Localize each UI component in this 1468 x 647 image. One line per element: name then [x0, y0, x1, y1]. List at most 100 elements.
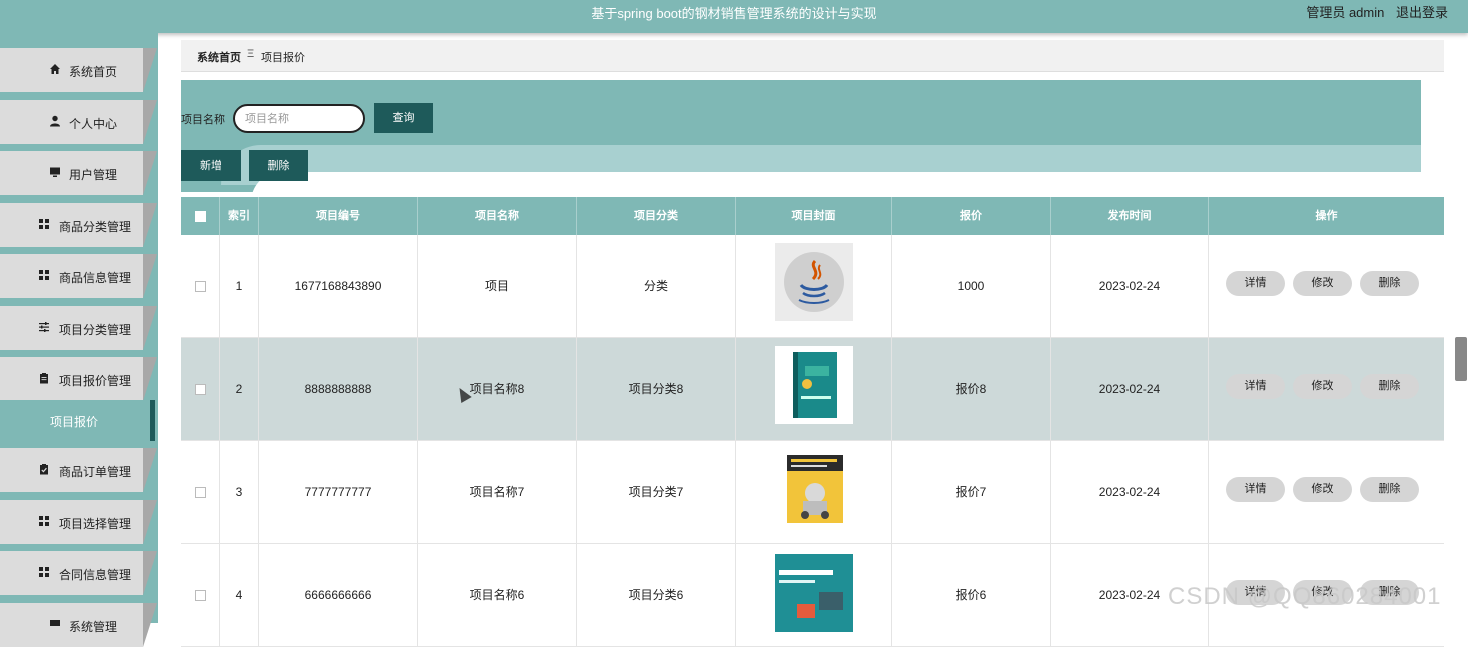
batch-delete-button[interactable]: 删除	[249, 150, 308, 181]
name-cell: 项目名称6	[418, 544, 577, 647]
grid-icon	[37, 218, 51, 232]
date-cell: 2023-02-24	[1051, 235, 1209, 338]
search-panel	[181, 80, 1421, 192]
actions-cell: 详情 修改 删除	[1209, 235, 1444, 338]
sliders-icon	[37, 321, 51, 335]
detail-button[interactable]: 详情	[1226, 374, 1285, 399]
sidebar-item-label: 项目报价管理	[59, 374, 132, 388]
breadcrumb-home[interactable]: 系统首页	[197, 49, 241, 65]
detail-button[interactable]: 详情	[1226, 271, 1285, 296]
sidebar-item-product-category[interactable]: 商品分类管理	[0, 203, 158, 247]
sidebar-item-project-quote[interactable]: 项目报价管理	[0, 357, 158, 401]
column-header: 项目分类	[577, 197, 736, 235]
date-cell: 2023-02-24	[1051, 441, 1209, 544]
index-cell: 2	[220, 338, 259, 441]
sidebar-subitem-project-quote[interactable]: 项目报价	[0, 400, 155, 441]
sidebar-item-product-order[interactable]: 商品订单管理	[0, 448, 158, 492]
cover-cell	[736, 544, 892, 647]
top-bar: 基于spring boot的钢材销售管理系统的设计与实现 管理员 admin 退…	[0, 0, 1468, 33]
actions-cell: 详情 修改 删除	[1209, 441, 1444, 544]
java-logo-image	[775, 243, 853, 321]
delete-button[interactable]: 删除	[1360, 271, 1419, 296]
add-button[interactable]: 新增	[181, 150, 241, 181]
table-row: 2 8888888888 项目名称8 项目分类8 报价8 2023-02-24 …	[181, 338, 1444, 441]
gear-icon	[48, 618, 62, 632]
sidebar: 系统首页 个人中心 用户管理 商品分类管理 商品信息管理 项目分类管理 项目报价…	[0, 33, 158, 647]
price-cell: 报价8	[892, 338, 1051, 441]
edit-button[interactable]: 修改	[1293, 271, 1352, 296]
column-header: 索引	[220, 197, 259, 235]
sidebar-item-label: 个人中心	[69, 117, 118, 131]
index-cell: 1	[220, 235, 259, 338]
category-cell: 分类	[577, 235, 736, 338]
column-header: 报价	[892, 197, 1051, 235]
row-select-cell	[181, 338, 220, 441]
teal-book-image	[775, 346, 853, 424]
user-label: 管理员 admin	[1306, 5, 1385, 20]
row-checkbox[interactable]	[194, 384, 206, 396]
app-title: 基于spring boot的钢材销售管理系统的设计与实现	[591, 6, 877, 21]
sidebar-item-label: 系统首页	[69, 65, 118, 79]
cover-cell	[736, 235, 892, 338]
edit-button[interactable]: 修改	[1293, 477, 1352, 502]
code-cell: 8888888888	[259, 338, 418, 441]
code-cell: 1677168843890	[259, 235, 418, 338]
scratch-book-image	[775, 554, 853, 632]
actions-cell: 详情 修改 删除	[1209, 338, 1444, 441]
sidebar-item-project-category[interactable]: 项目分类管理	[0, 306, 158, 350]
grid-icon	[37, 269, 51, 283]
query-button[interactable]: 查询	[374, 103, 433, 133]
grid-icon	[37, 566, 51, 580]
sidebar-item-profile[interactable]: 个人中心	[0, 100, 158, 144]
code-cell: 6666666666	[259, 544, 418, 647]
category-cell: 项目分类7	[577, 441, 736, 544]
select-all-cell	[181, 197, 220, 235]
name-cell: 项目	[418, 235, 577, 338]
column-header: 操作	[1315, 210, 1338, 222]
column-header: 项目封面	[736, 197, 892, 235]
sidebar-item-contract[interactable]: 合同信息管理	[0, 551, 158, 595]
table-row: 1 1677168843890 项目 分类 1000 2023-02-24 详情…	[181, 235, 1444, 338]
sidebar-item-product-info[interactable]: 商品信息管理	[0, 254, 158, 298]
row-checkbox[interactable]	[194, 487, 206, 499]
table-header: 索引 项目编号 项目名称 项目分类 项目封面 报价 发布时间 操作	[181, 197, 1444, 235]
row-select-cell	[181, 235, 220, 338]
detail-button[interactable]: 详情	[1226, 477, 1285, 502]
sidebar-item-label: 商品订单管理	[59, 465, 132, 479]
edit-button[interactable]: 修改	[1293, 374, 1352, 399]
yellow-book-image	[775, 449, 853, 527]
code-cell: 7777777777	[259, 441, 418, 544]
search-label: 项目名称	[181, 114, 225, 126]
sidebar-item-system[interactable]: 系统管理	[0, 603, 158, 647]
search-input[interactable]	[233, 104, 365, 133]
logout-link[interactable]: 退出登录	[1396, 5, 1448, 20]
sidebar-item-project-select[interactable]: 项目选择管理	[0, 500, 158, 544]
user-area: 管理员 admin 退出登录	[1298, 2, 1448, 21]
price-cell: 报价6	[892, 544, 1051, 647]
delete-button[interactable]: 删除	[1360, 374, 1419, 399]
grid-icon	[37, 515, 51, 529]
breadcrumb-separator: Ξ	[247, 48, 255, 60]
breadcrumb-current: 项目报价	[261, 52, 305, 64]
cover-cell	[736, 441, 892, 544]
delete-button[interactable]: 删除	[1360, 477, 1419, 502]
monitor-icon	[48, 166, 62, 180]
sidebar-item-label: 商品分类管理	[59, 220, 132, 234]
sidebar-item-label: 商品信息管理	[59, 271, 132, 285]
column-header: 发布时间	[1051, 197, 1209, 235]
sidebar-item-label: 合同信息管理	[59, 568, 132, 582]
sidebar-item-label: 项目选择管理	[59, 517, 132, 531]
price-cell: 1000	[892, 235, 1051, 338]
clipboard-check-icon	[37, 463, 51, 477]
home-icon	[48, 63, 62, 77]
sidebar-item-users[interactable]: 用户管理	[0, 151, 158, 195]
category-cell: 项目分类6	[577, 544, 736, 647]
row-checkbox[interactable]	[194, 590, 206, 602]
name-cell: 项目名称8	[418, 338, 577, 441]
price-cell: 报价7	[892, 441, 1051, 544]
row-checkbox[interactable]	[194, 281, 206, 293]
select-all-checkbox[interactable]	[194, 210, 206, 222]
sidebar-item-home[interactable]: 系统首页	[0, 48, 158, 92]
vertical-scrollbar-thumb[interactable]	[1455, 337, 1467, 381]
sidebar-item-label: 系统管理	[69, 620, 118, 634]
